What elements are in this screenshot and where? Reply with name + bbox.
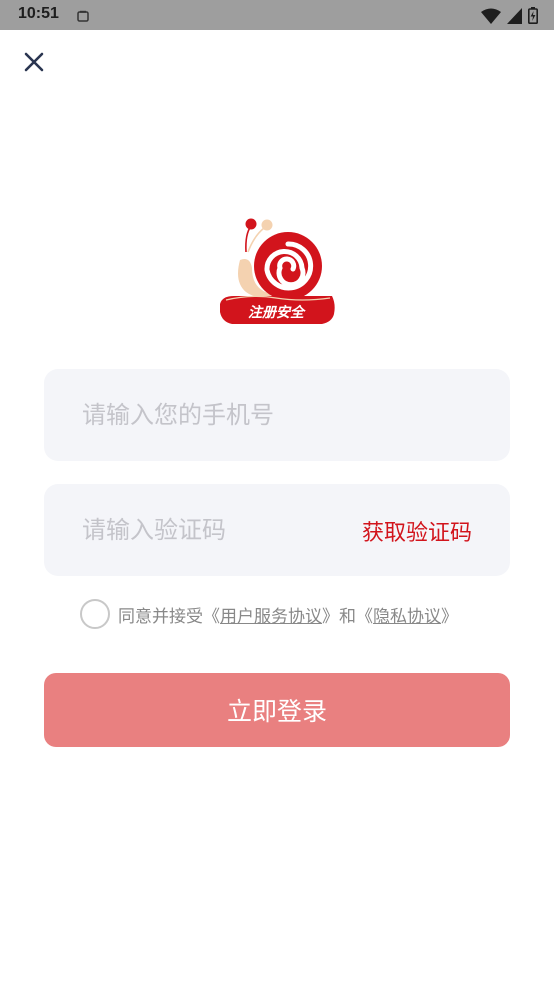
agreement-prefix: 同意并接受《 bbox=[118, 606, 220, 627]
code-field[interactable]: 获取验证码 bbox=[44, 484, 510, 576]
phone-input[interactable] bbox=[82, 369, 382, 461]
close-icon bbox=[24, 52, 44, 76]
agree-checkbox[interactable] bbox=[80, 599, 110, 629]
phone-field[interactable] bbox=[44, 369, 510, 461]
agreement-suffix: 》 bbox=[441, 606, 458, 627]
wifi-icon bbox=[481, 8, 501, 28]
privacy-policy-link[interactable]: 隐私协议 bbox=[373, 602, 441, 627]
status-bar: 10:51 bbox=[0, 0, 554, 30]
login-button[interactable]: 立即登录 bbox=[44, 673, 510, 747]
status-time: 10:51 bbox=[18, 5, 59, 22]
agreement-row: 同意并接受《 用户服务协议 》和《 隐私协议》 bbox=[80, 599, 458, 629]
notification-icon bbox=[76, 8, 90, 27]
close-button[interactable] bbox=[18, 48, 50, 80]
get-code-button[interactable]: 获取验证码 bbox=[362, 515, 472, 547]
user-agreement-link[interactable]: 用户服务协议 bbox=[220, 602, 322, 627]
battery-icon bbox=[528, 7, 538, 28]
logo-text: 注册安全 bbox=[248, 304, 306, 321]
app-logo: 注册安全 bbox=[212, 212, 342, 328]
signal-icon bbox=[507, 7, 522, 28]
verification-code-input[interactable] bbox=[82, 484, 382, 576]
agreement-middle: 》和《 bbox=[322, 606, 373, 627]
